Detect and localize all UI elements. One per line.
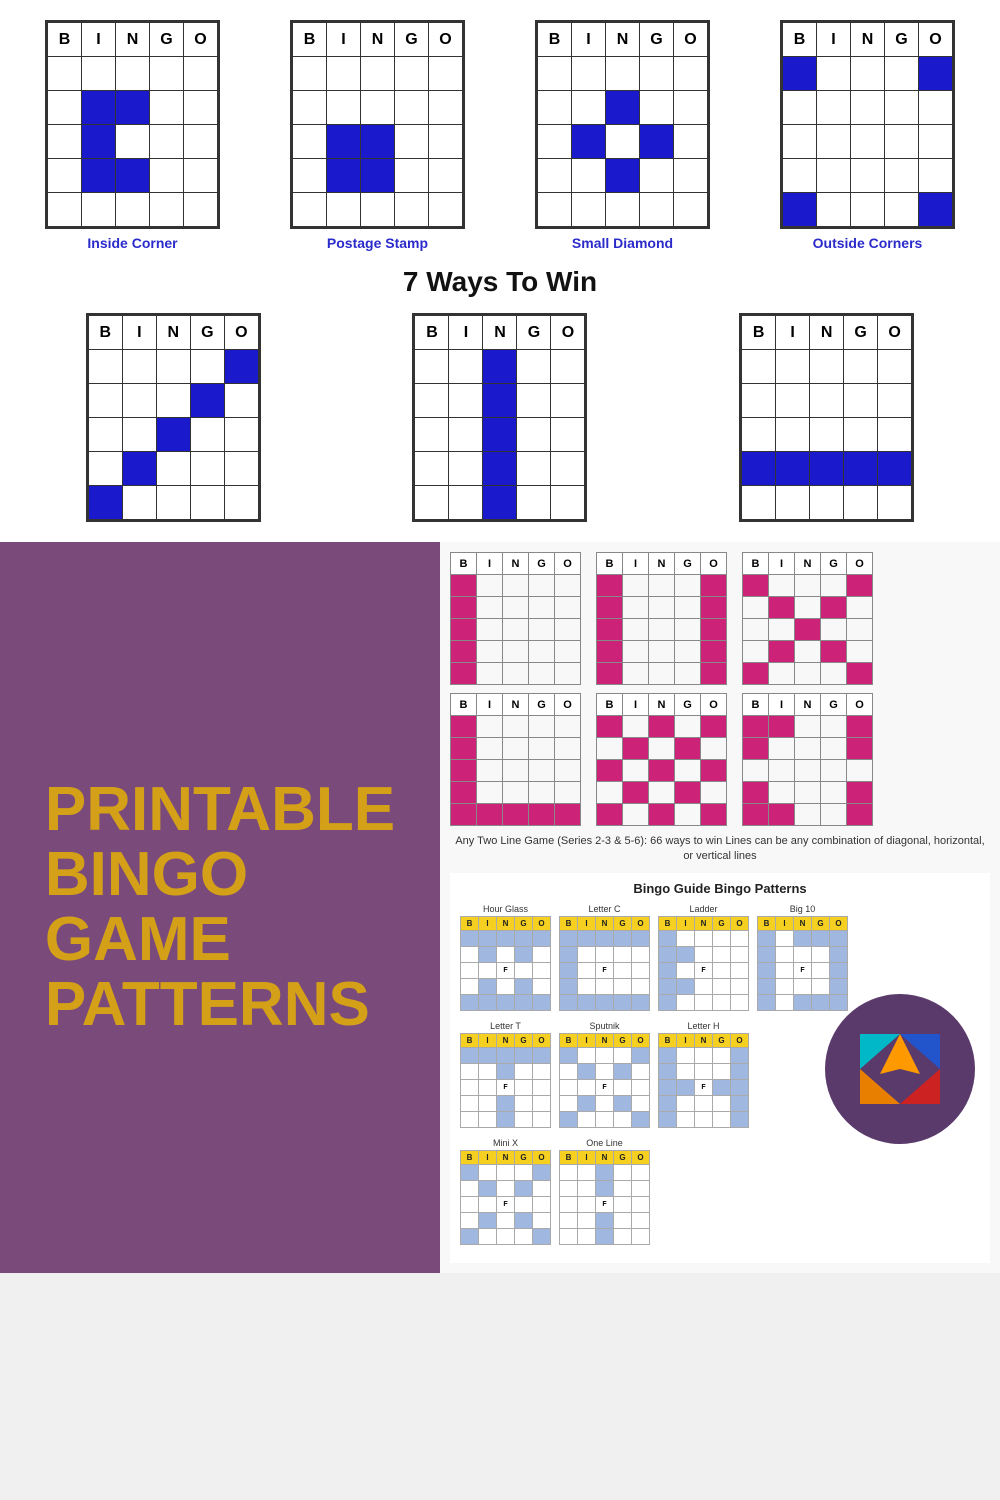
guide-card: Big 10 BINGOF (757, 904, 848, 1011)
bingo-grid: BINGO (780, 20, 955, 229)
bingo-grid: BINGO (412, 313, 587, 522)
any-two-line-text: Any Two Line Game (Series 2-3 & 5-6): 66… (450, 834, 990, 865)
pink-card-row: BINGOBINGOBINGO (450, 552, 990, 685)
guide-small-grid: BINGOF (559, 916, 650, 1011)
bingo-row-4-cards: BINGOInside CornerBINGOPostage StampBING… (10, 20, 990, 251)
top-section: BINGOInside CornerBINGOPostage StampBING… (0, 0, 1000, 542)
guide-card-title: Letter H (687, 1021, 719, 1031)
guide-card: Letter C BINGOF (559, 904, 650, 1011)
guide-card-title: Mini X (493, 1138, 518, 1148)
guide-small-grid: BINGOF (460, 916, 551, 1011)
guide-card-title: Letter C (588, 904, 620, 914)
bingo-grid: BINGO (86, 313, 261, 522)
guide-card-title: Sputnik (589, 1021, 619, 1031)
guide-card: Ladder BINGOF (658, 904, 749, 1011)
guide-small-grid: BINGOF (559, 1033, 650, 1128)
page-container: BINGOInside CornerBINGOPostage StampBING… (0, 0, 1000, 1273)
pink-bingo-grid: BINGO (450, 693, 581, 826)
card-label: Inside Corner (87, 235, 177, 251)
bingo-card-wrap: BINGO (86, 313, 261, 522)
purple-panel: PRINTABLEBINGOGAMEPATTERNS (0, 542, 440, 1273)
guide-section: Bingo Guide Bingo Patterns Hour Glass BIN… (450, 873, 990, 1263)
bingo-grid: BINGO (739, 313, 914, 522)
right-panel: BINGOBINGOBINGOBINGOBINGOBINGO Any Two L… (440, 542, 1000, 1273)
bingo-card-wrap: BINGO (739, 313, 914, 522)
card-label: Small Diamond (572, 235, 673, 251)
guide-card: One Line BINGOF (559, 1138, 650, 1245)
bingo-grid: BINGO (535, 20, 710, 229)
guide-small-grid: BINGOF (658, 916, 749, 1011)
bingo-card-wrap: BINGO Outside Corners (780, 20, 955, 251)
guide-card: Mini X BINGOF (460, 1138, 551, 1245)
guide-small-grid: BINGOF (460, 1033, 551, 1128)
bingo-card-wrap: BINGO Postage Stamp (290, 20, 465, 251)
bingo-card-wrap: BINGO Small Diamond (535, 20, 710, 251)
pink-bingo-grid: BINGO (450, 552, 581, 685)
card-label: Outside Corners (813, 235, 923, 251)
pink-card-row: BINGOBINGOBINGO (450, 693, 990, 826)
guide-small-grid: BINGOF (460, 1150, 551, 1245)
guide-card: Hour Glass BINGOF (460, 904, 551, 1011)
guide-card-title: Ladder (689, 904, 717, 914)
bingo-grid: BINGO (290, 20, 465, 229)
bingo-row-3-cards: BINGO BINGO BINGO (10, 313, 990, 522)
logo-icon (850, 1024, 950, 1114)
guide-card: Letter T BINGOF (460, 1021, 551, 1128)
logo-overlay (825, 994, 975, 1144)
ways-title: 7 Ways To Win (10, 266, 990, 298)
purple-panel-text: PRINTABLEBINGOGAMEPATTERNS (45, 777, 395, 1037)
bingo-grid: BINGO (45, 20, 220, 229)
guide-card-title: Hour Glass (483, 904, 528, 914)
middle-section: PRINTABLEBINGOGAMEPATTERNS BINGOBINGOBIN… (0, 542, 1000, 1273)
guide-small-grid: BINGOF (559, 1150, 650, 1245)
pink-bingo-grid: BINGO (742, 552, 873, 685)
guide-card-title: Big 10 (790, 904, 816, 914)
bingo-card-wrap: BINGO (412, 313, 587, 522)
guide-card-title: One Line (586, 1138, 623, 1148)
guide-card: Sputnik BINGOF (559, 1021, 650, 1128)
guide-small-grid: BINGOF (658, 1033, 749, 1128)
guide-title: Bingo Guide Bingo Patterns (460, 881, 980, 896)
guide-card: Letter H BINGOF (658, 1021, 749, 1128)
pink-bingo-grid: BINGO (596, 552, 727, 685)
bingo-card-wrap: BINGO Inside Corner (45, 20, 220, 251)
guide-card-title: Letter T (490, 1021, 521, 1031)
card-label: Postage Stamp (327, 235, 428, 251)
pink-bingo-grid: BINGO (742, 693, 873, 826)
guide-small-grid: BINGOF (757, 916, 848, 1011)
guide-card-row: Mini X BINGOF One Line BINGOF (460, 1138, 980, 1245)
pink-bingo-grid: BINGO (596, 693, 727, 826)
